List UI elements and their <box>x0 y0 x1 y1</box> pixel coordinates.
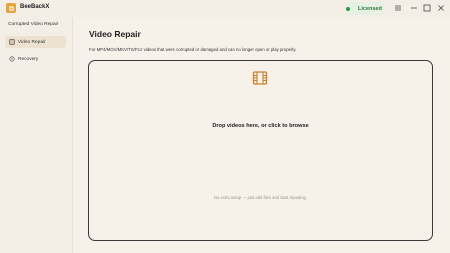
dropzone-hint: No extra setup — just add files and star… <box>213 195 308 200</box>
title-bar: BeeBackX Licensed <box>0 0 450 17</box>
close-icon[interactable] <box>436 3 446 13</box>
recovery-icon <box>9 56 15 62</box>
sidebar: Corrupted Video Repair Video Repair Reco… <box>0 17 73 253</box>
sidebar-item-recovery[interactable]: Recovery <box>5 53 66 65</box>
dropzone-title: Drop videos here, or click to browse <box>212 123 309 129</box>
sidebar-item-label: Video Repair <box>18 39 46 45</box>
film-icon <box>252 71 268 85</box>
sidebar-item-video-repair[interactable]: Video Repair <box>5 36 66 48</box>
minimize-icon[interactable] <box>409 3 419 13</box>
film-icon <box>9 39 15 45</box>
license-label: Licensed <box>358 5 382 12</box>
app-name: BeeBackX <box>20 4 50 10</box>
main-panel: Video Repair For MP4/MOV/MKV/TS/FLV vide… <box>73 17 450 253</box>
page-title: Video Repair <box>89 29 141 39</box>
app-logo-icon <box>6 3 16 13</box>
page-description: For MP4/MOV/MKV/TS/FLV videos that were … <box>89 47 297 52</box>
video-drop-zone[interactable]: Drop videos here, or click to browse No … <box>88 60 433 241</box>
sidebar-item-label: Recovery <box>18 56 39 62</box>
maximize-icon[interactable] <box>422 3 432 13</box>
license-badge[interactable]: Licensed <box>346 2 384 15</box>
menu-icon[interactable] <box>393 3 403 13</box>
license-status-dot <box>346 6 350 11</box>
sidebar-heading: Corrupted Video Repair <box>8 22 59 27</box>
